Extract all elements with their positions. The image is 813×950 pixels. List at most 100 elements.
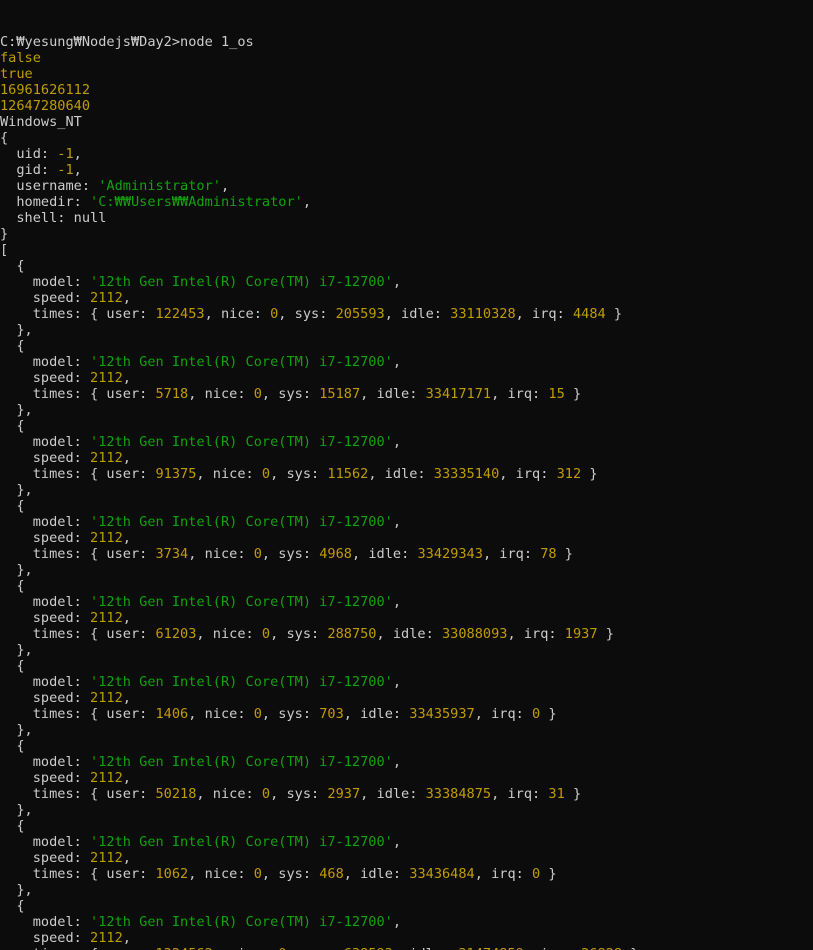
- terminal-boolean: true: [0, 66, 33, 82]
- terminal-number: 33335140: [433, 466, 500, 482]
- terminal-text: , sys:: [278, 306, 336, 322]
- terminal-line: {: [0, 130, 813, 146]
- terminal-string: '12th Gen Intel(R) Core(TM) i7-12700': [90, 834, 393, 850]
- terminal-text: {: [0, 258, 25, 274]
- terminal-text: ,: [122, 850, 131, 866]
- terminal-text: {: [0, 818, 25, 834]
- terminal-number: 468: [319, 866, 344, 882]
- terminal-number: 3734: [155, 546, 189, 562]
- terminal-line: model: '12th Gen Intel(R) Core(TM) i7-12…: [0, 674, 813, 690]
- terminal-text: ,: [392, 274, 402, 290]
- terminal-number: 0: [261, 786, 271, 802]
- terminal-number: 50218: [155, 786, 197, 802]
- terminal-text: times: { user:: [0, 786, 156, 802]
- terminal-line: {: [0, 418, 813, 434]
- terminal-text: , nice:: [188, 386, 254, 402]
- terminal-line: times: { user: 3734, nice: 0, sys: 4968,…: [0, 546, 813, 562]
- terminal-number: 61203: [155, 626, 197, 642]
- terminal-line: speed: 2112,: [0, 370, 813, 386]
- terminal-number: 0: [532, 706, 541, 722]
- terminal-line: {: [0, 738, 813, 754]
- terminal-number: 1062: [155, 866, 189, 882]
- terminal-line: {: [0, 578, 813, 594]
- terminal-number: 33110328: [450, 306, 516, 322]
- terminal-line: model: '12th Gen Intel(R) Core(TM) i7-12…: [0, 754, 813, 770]
- terminal-number: 703: [319, 706, 344, 722]
- terminal-string: '12th Gen Intel(R) Core(TM) i7-12700': [90, 674, 393, 690]
- terminal-text: }: [581, 466, 598, 482]
- terminal-text: , irq:: [474, 866, 533, 882]
- terminal-line: times: { user: 5718, nice: 0, sys: 15187…: [0, 386, 813, 402]
- terminal-string: 'Administrator': [98, 178, 221, 194]
- terminal-text: {: [0, 898, 25, 914]
- terminal-number: 11562: [327, 466, 369, 482]
- terminal-line: {: [0, 818, 813, 834]
- terminal-text: ,: [122, 370, 131, 386]
- terminal-line: speed: 2112,: [0, 770, 813, 786]
- terminal-text: times: { user:: [0, 306, 156, 322]
- terminal-number: 2112: [90, 450, 123, 466]
- terminal-text: speed:: [0, 530, 91, 546]
- terminal-text: , sys:: [270, 786, 328, 802]
- terminal-text: ,: [122, 770, 131, 786]
- terminal-number: 2937: [327, 786, 361, 802]
- terminal-text: [: [0, 242, 9, 258]
- terminal-text: ,: [392, 674, 402, 690]
- terminal-number: 33429343: [417, 546, 483, 562]
- terminal-text: , idle:: [384, 306, 451, 322]
- terminal-line: username: 'Administrator',: [0, 178, 813, 194]
- terminal-text: ,: [302, 194, 312, 210]
- terminal-text: {: [0, 418, 25, 434]
- terminal-text: , nice:: [188, 706, 254, 722]
- terminal-text: }: [540, 866, 557, 882]
- terminal-number: 33436484: [409, 866, 475, 882]
- terminal-number: 31474859: [458, 946, 523, 950]
- terminal-line: times: { user: 1324562, nice: 0, sys: 63…: [0, 946, 813, 950]
- terminal-string: '12th Gen Intel(R) Core(TM) i7-12700': [90, 754, 393, 770]
- terminal-number: 0: [261, 466, 271, 482]
- terminal-text: }: [605, 306, 623, 322]
- terminal-line: uid: -1,: [0, 146, 813, 162]
- terminal-text: }: [0, 226, 9, 242]
- terminal-number: 26828: [581, 946, 622, 950]
- terminal-line: shell: null: [0, 210, 813, 226]
- terminal-number: 33435937: [409, 706, 475, 722]
- terminal-text: , sys:: [286, 946, 343, 950]
- terminal-line: times: { user: 1062, nice: 0, sys: 468, …: [0, 866, 813, 882]
- terminal-line: model: '12th Gen Intel(R) Core(TM) i7-12…: [0, 514, 813, 530]
- terminal-text: ,: [73, 162, 82, 178]
- terminal-line: model: '12th Gen Intel(R) Core(TM) i7-12…: [0, 834, 813, 850]
- terminal-text: times: { user:: [0, 466, 156, 482]
- terminal-text: , nice:: [188, 546, 254, 562]
- terminal-line: },: [0, 562, 813, 578]
- terminal-text: , irq:: [491, 786, 549, 802]
- terminal-text: model:: [0, 514, 91, 530]
- terminal-text: , sys:: [261, 386, 320, 402]
- terminal-text: , sys:: [261, 866, 320, 882]
- terminal-text: , nice:: [196, 626, 262, 642]
- terminal-number: 1937: [564, 626, 598, 642]
- terminal-text: {: [0, 578, 25, 594]
- terminal-text: speed:: [0, 370, 91, 386]
- terminal-text: times: { user:: [0, 946, 156, 950]
- terminal-line: times: { user: 122453, nice: 0, sys: 205…: [0, 306, 813, 322]
- terminal-text: , nice:: [188, 866, 254, 882]
- terminal-number: 4968: [319, 546, 352, 562]
- terminal-text: , sys:: [261, 546, 320, 562]
- terminal-number: 33384875: [425, 786, 492, 802]
- terminal-line: speed: 2112,: [0, 450, 813, 466]
- terminal-text: , idle:: [343, 866, 410, 882]
- terminal-number: 16961626112: [0, 82, 91, 98]
- terminal-line: false: [0, 50, 813, 66]
- terminal-text: },: [0, 642, 33, 658]
- terminal-text: ,: [122, 450, 131, 466]
- terminal-string: '12th Gen Intel(R) Core(TM) i7-12700': [90, 354, 393, 370]
- terminal-number: 2112: [90, 850, 123, 866]
- terminal-line: speed: 2112,: [0, 690, 813, 706]
- terminal-number: 1406: [155, 706, 189, 722]
- terminal-window[interactable]: C:₩yesung₩Nodejs₩Day2>node 1_os false true…: [0, 0, 813, 950]
- terminal-line: }: [0, 226, 813, 242]
- terminal-line: model: '12th Gen Intel(R) Core(TM) i7-12…: [0, 274, 813, 290]
- terminal-text: },: [0, 562, 33, 578]
- terminal-text: ,: [392, 354, 402, 370]
